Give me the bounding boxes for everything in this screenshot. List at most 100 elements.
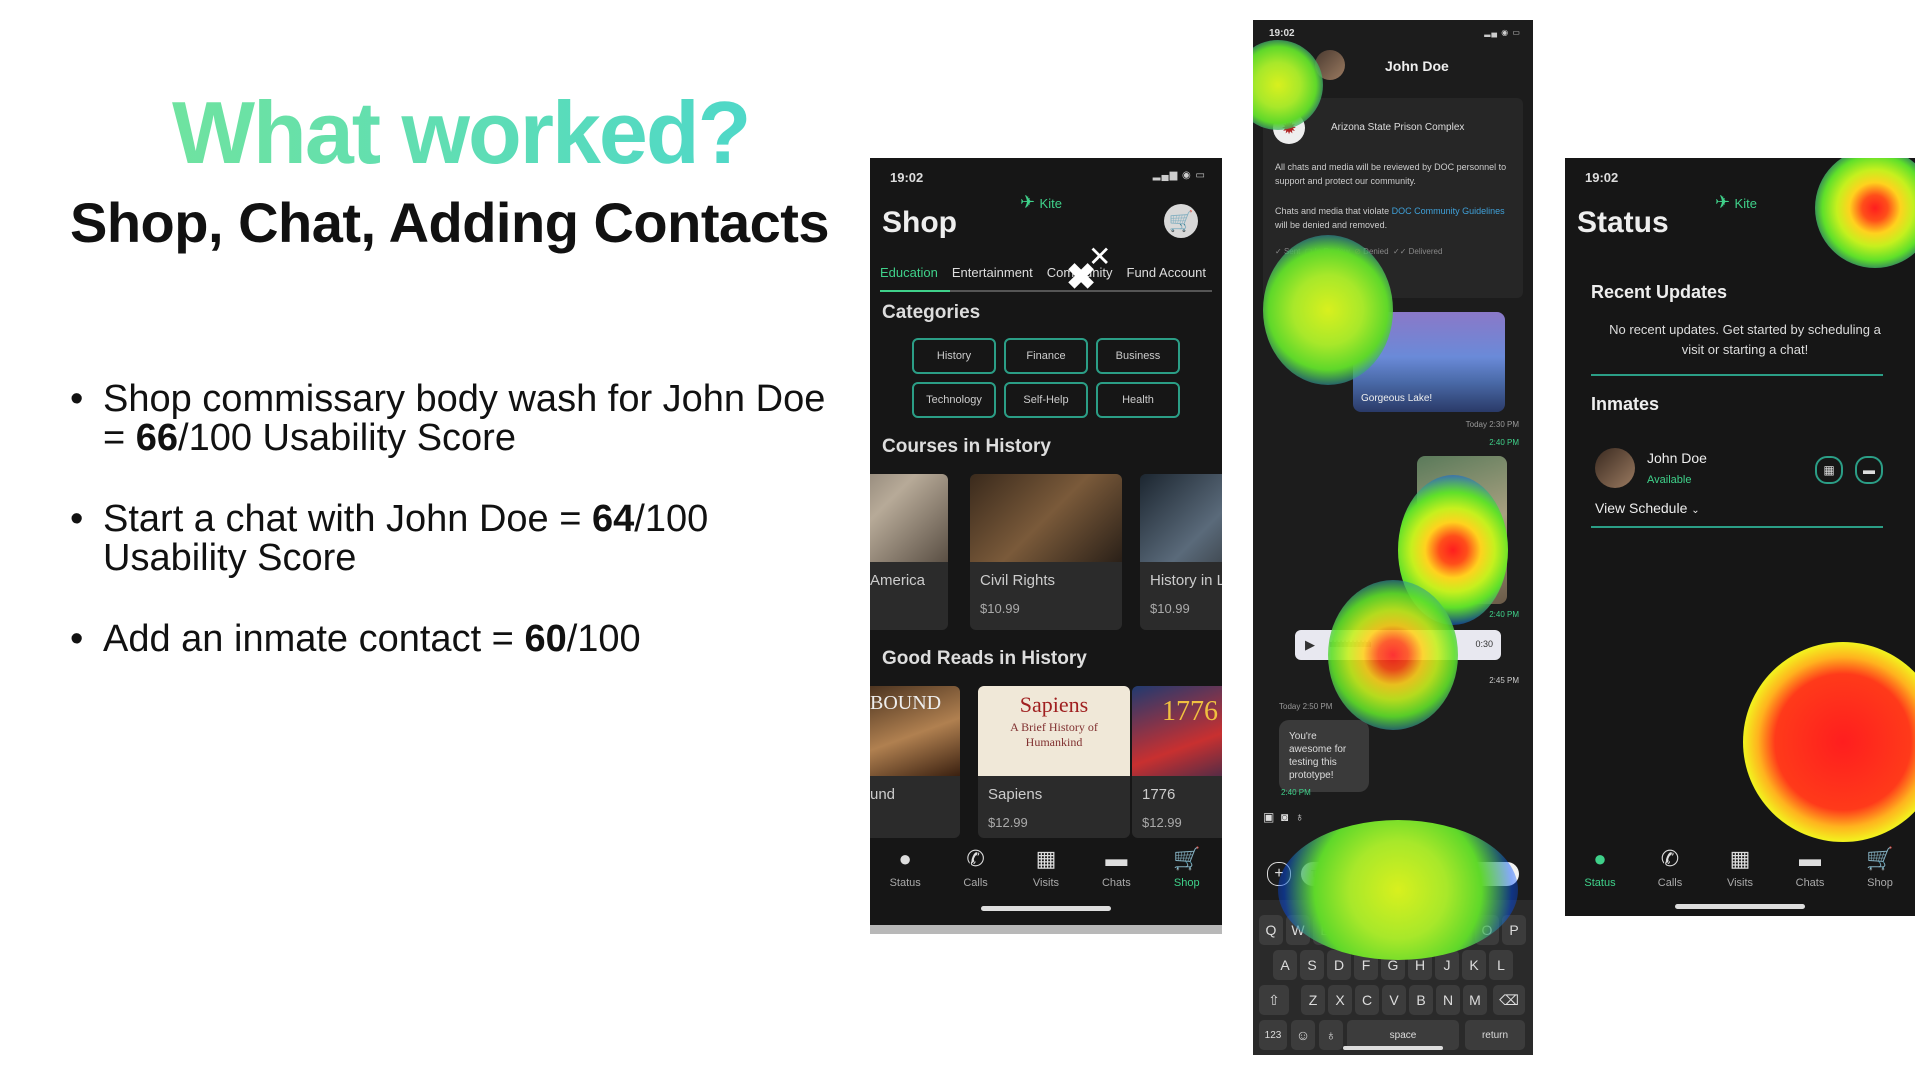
add-icon[interactable]: +	[1267, 862, 1291, 886]
nav-calls[interactable]: ✆ Calls	[1640, 846, 1700, 889]
guidelines-notice: Chats and media that violate DOC Communi…	[1275, 204, 1511, 232]
key-e[interactable]: E	[1313, 915, 1337, 945]
nav-chats[interactable]: ▬ Chats	[1780, 846, 1840, 889]
divider	[1591, 374, 1883, 376]
category-chip[interactable]: History	[912, 338, 996, 374]
key-b[interactable]: B	[1409, 985, 1433, 1015]
book-card[interactable]: Sapiens A Brief History of Humankind Sapie…	[978, 686, 1130, 838]
image-caption: Gorgeous Lake!	[1361, 393, 1433, 404]
book-card[interactable]: 1776 1776 $12.99	[1132, 686, 1222, 838]
key-y[interactable]: Y	[1394, 915, 1418, 945]
shared-image[interactable]: Gorgeous Lake!	[1353, 312, 1505, 412]
key-x[interactable]: X	[1328, 985, 1352, 1015]
result-score: 66	[135, 417, 179, 459]
category-chip[interactable]: Technology	[912, 382, 996, 418]
our-guidelines-link[interactable]: Our Guidelines	[1275, 278, 1328, 287]
key-f[interactable]: F	[1354, 950, 1378, 980]
nav-shop[interactable]: 🛒 Shop	[1850, 846, 1910, 889]
cart-icon[interactable]: 🛒	[1164, 204, 1198, 238]
key-a[interactable]: A	[1273, 950, 1297, 980]
category-chip[interactable]: Self-Help	[1004, 382, 1088, 418]
nav-visits[interactable]: ▦ Visits	[1710, 846, 1770, 889]
key-q[interactable]: Q	[1259, 915, 1283, 945]
camera-icon[interactable]: ◙	[1281, 810, 1288, 824]
status-time: 19:02	[890, 170, 924, 185]
nav-status[interactable]: ● Status	[1570, 846, 1630, 889]
key-c[interactable]: C	[1355, 985, 1379, 1015]
key-n[interactable]: N	[1436, 985, 1460, 1015]
key-i[interactable]: I	[1448, 915, 1472, 945]
shift-key[interactable]: ⇧	[1259, 985, 1289, 1015]
chat-icon: ▬	[1105, 846, 1128, 871]
tab-education[interactable]: Education	[880, 265, 938, 280]
tab-entertainment[interactable]: Entertainment	[952, 265, 1033, 280]
view-schedule-link[interactable]: View Schedule ⌄	[1595, 500, 1700, 516]
kite-label: Kite	[1039, 196, 1062, 211]
key-s[interactable]: S	[1300, 950, 1324, 980]
key-z[interactable]: Z	[1301, 985, 1325, 1015]
book-cover-subtitle: A Brief History of Humankind	[1010, 720, 1098, 749]
voice-duration: 0:30	[1475, 639, 1493, 649]
play-icon[interactable]: ▶	[1305, 637, 1315, 653]
key-v[interactable]: V	[1382, 985, 1406, 1015]
course-card[interactable]: Civil Rights $10.99	[970, 474, 1122, 630]
voice-message[interactable]: ▶ ıılıılıılıılıılıılıılıılıılıılı 0:30	[1295, 630, 1501, 660]
key-d[interactable]: D	[1327, 950, 1351, 980]
emoji-key[interactable]: ☺	[1291, 1020, 1315, 1050]
key-m[interactable]: M	[1463, 985, 1487, 1015]
key-w[interactable]: W	[1286, 915, 1310, 945]
course-card[interactable]: History in L $10.99	[1140, 474, 1222, 630]
timestamp: Today 2:50 PM	[1279, 702, 1333, 711]
back-icon[interactable]: ‹	[1273, 50, 1279, 71]
key-r[interactable]: R	[1340, 915, 1364, 945]
category-chip[interactable]: Finance	[1004, 338, 1088, 374]
review-notice: All chats and media will be reviewed by …	[1275, 162, 1507, 186]
nav-status[interactable]: ● Status	[875, 846, 935, 889]
key-o[interactable]: O	[1475, 915, 1499, 945]
category-chip[interactable]: Business	[1096, 338, 1180, 374]
key-t[interactable]: T	[1367, 915, 1391, 945]
home-indicator	[981, 906, 1111, 911]
key-h[interactable]: H	[1408, 950, 1432, 980]
guidelines-link[interactable]: DOC Community Guidelines	[1392, 206, 1505, 216]
signal-battery-icon: ▂▄ ◉ ▭	[1484, 28, 1521, 37]
key-p[interactable]: P	[1502, 915, 1526, 945]
legend-label: Denied	[1363, 247, 1389, 256]
book-card[interactable]: BOUND und	[870, 686, 960, 838]
microphone-icon[interactable]: ♁	[1295, 810, 1304, 824]
nav-label: Calls	[1657, 877, 1683, 889]
gallery-icon[interactable]: ▣	[1263, 810, 1274, 824]
signal-battery-icon: ▂▄▆ ◉ ▭	[1845, 170, 1899, 181]
waveform-icon: ıılıılıılıılıılıılıılıılıılıılı	[1329, 639, 1372, 649]
goodreads-heading: Good Reads in History	[882, 648, 1087, 669]
cart-icon: 🛒	[1173, 846, 1201, 871]
category-chip[interactable]: Health	[1096, 382, 1180, 418]
nav-calls[interactable]: ✆ Calls	[946, 846, 1006, 889]
key-l[interactable]: L	[1489, 950, 1513, 980]
nav-label: Chats	[1795, 877, 1825, 889]
nav-label: Visits	[1726, 877, 1754, 889]
tab-fund-account[interactable]: Fund Account	[1127, 265, 1207, 280]
return-key[interactable]: return	[1465, 1020, 1525, 1050]
phone-icon: ✆	[1660, 846, 1680, 871]
backspace-key[interactable]: ⌫	[1493, 985, 1525, 1015]
nav-visits[interactable]: ▦ Visits	[1016, 846, 1076, 889]
schedule-visit-icon[interactable]: ▦	[1815, 456, 1843, 484]
course-image	[870, 474, 948, 562]
nav-chats[interactable]: ▬ Chats	[1086, 846, 1146, 889]
key-g[interactable]: G	[1381, 950, 1405, 980]
key-k[interactable]: K	[1462, 950, 1486, 980]
status-time: 19:02	[1269, 28, 1295, 39]
key-123[interactable]: 123	[1259, 1020, 1287, 1050]
course-price: $10.99	[980, 601, 1020, 616]
message-input[interactable]	[1301, 862, 1519, 886]
inmate-name: John Doe	[1647, 450, 1707, 466]
chat-icon[interactable]: ▬	[1855, 456, 1883, 484]
key-j[interactable]: J	[1435, 950, 1459, 980]
microphone-key[interactable]: ♁	[1319, 1020, 1343, 1050]
nav-shop[interactable]: 🛒 Shop	[1157, 846, 1217, 889]
key-u[interactable]: U	[1421, 915, 1445, 945]
kite-label: Kite	[1734, 196, 1757, 211]
shared-image[interactable]: Chatting with the girls!	[1417, 456, 1507, 604]
course-card[interactable]: America	[870, 474, 948, 630]
